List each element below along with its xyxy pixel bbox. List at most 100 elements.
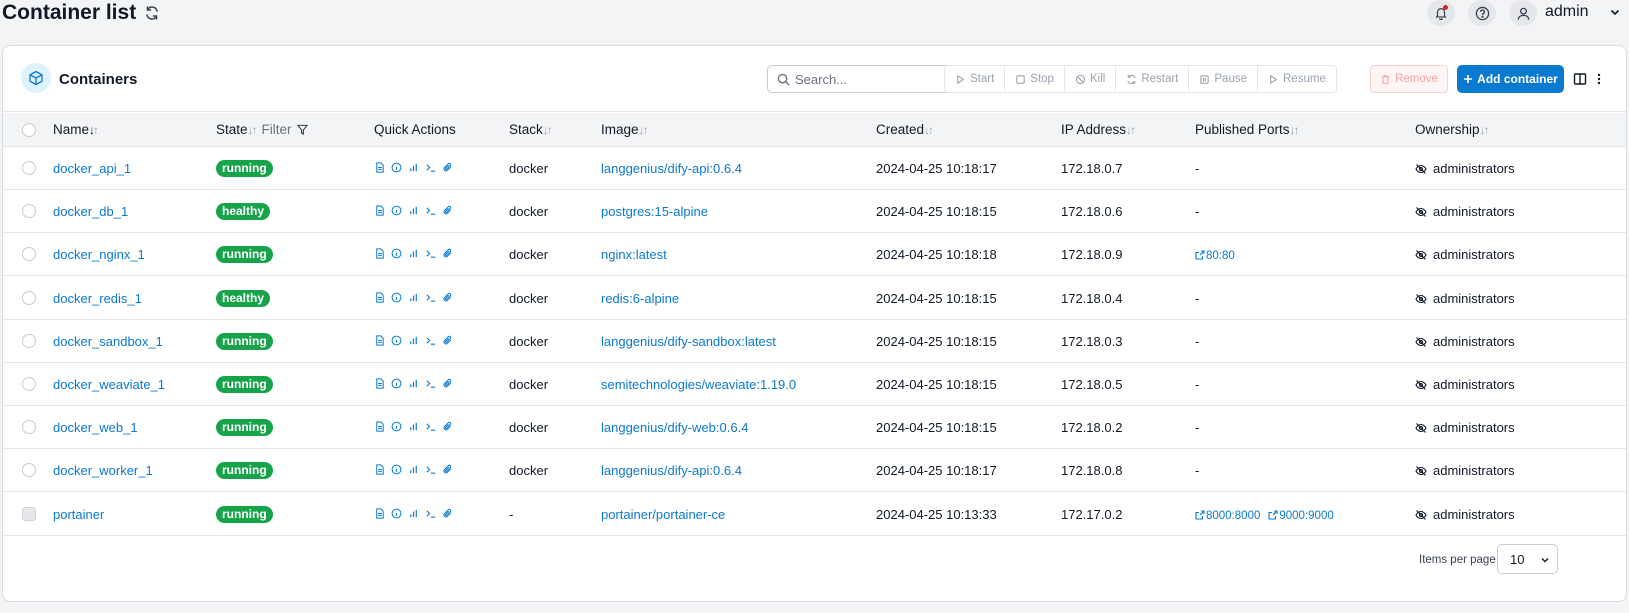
stats-icon[interactable] <box>408 248 419 259</box>
image-link[interactable]: langgenius/dify-sandbox:latest <box>601 334 776 350</box>
info-icon[interactable] <box>391 292 402 303</box>
published-port-link[interactable]: 8000:8000 <box>1195 510 1260 522</box>
info-icon[interactable] <box>391 421 402 432</box>
columns-icon[interactable] <box>1573 72 1587 86</box>
refresh-icon[interactable] <box>144 5 160 21</box>
info-icon[interactable] <box>391 508 402 519</box>
stats-icon[interactable] <box>408 292 419 303</box>
console-icon[interactable] <box>425 205 436 216</box>
info-icon[interactable] <box>391 335 402 346</box>
attach-icon[interactable] <box>442 162 453 173</box>
info-icon[interactable] <box>391 248 402 259</box>
stop-button[interactable]: Stop <box>1005 66 1065 92</box>
stats-icon[interactable] <box>408 335 419 346</box>
header-ip[interactable]: IP Address↓↑ <box>1061 122 1136 138</box>
container-name-link[interactable]: docker_redis_1 <box>53 291 142 307</box>
row-checkbox[interactable] <box>22 463 36 478</box>
container-name-link[interactable]: docker_nginx_1 <box>53 247 145 263</box>
container-name-link[interactable]: docker_web_1 <box>53 420 138 436</box>
stats-icon[interactable] <box>408 205 419 216</box>
image-link[interactable]: langgenius/dify-api:0.6.4 <box>601 463 742 479</box>
logs-icon[interactable] <box>374 508 385 519</box>
user-name[interactable]: admin <box>1545 2 1589 22</box>
header-ports[interactable]: Published Ports↓↑ <box>1195 122 1300 138</box>
attach-icon[interactable] <box>442 292 453 303</box>
filter-icon[interactable] <box>297 124 309 135</box>
logs-icon[interactable] <box>374 421 385 432</box>
logs-icon[interactable] <box>374 378 385 389</box>
logs-icon[interactable] <box>374 292 385 303</box>
image-link[interactable]: portainer/portainer-ce <box>601 507 725 523</box>
add-container-button[interactable]: Add container <box>1457 65 1564 93</box>
container-name-link[interactable]: docker_api_1 <box>53 161 131 177</box>
stats-icon[interactable] <box>408 508 419 519</box>
row-checkbox[interactable] <box>22 161 36 175</box>
row-checkbox[interactable] <box>22 420 36 435</box>
row-checkbox[interactable] <box>22 333 36 348</box>
restart-button[interactable]: Restart <box>1116 66 1190 92</box>
container-name-link[interactable]: docker_db_1 <box>53 204 128 220</box>
notifications-button[interactable] <box>1427 0 1455 26</box>
chevron-down-icon[interactable] <box>1609 6 1621 18</box>
attach-icon[interactable] <box>442 248 453 259</box>
row-checkbox[interactable] <box>22 247 36 262</box>
attach-icon[interactable] <box>442 421 453 432</box>
kill-button[interactable]: Kill <box>1065 66 1117 92</box>
container-name-link[interactable]: docker_worker_1 <box>53 463 153 479</box>
header-state[interactable]: State↓↑ Filter <box>216 122 309 138</box>
header-stack[interactable]: Stack↓↑ <box>509 122 553 138</box>
image-link[interactable]: langgenius/dify-api:0.6.4 <box>601 161 742 177</box>
container-name-link[interactable]: portainer <box>53 507 104 523</box>
image-link[interactable]: redis:6-alpine <box>601 291 679 307</box>
info-icon[interactable] <box>391 162 402 173</box>
published-port-link[interactable]: 80:80 <box>1195 250 1235 262</box>
info-icon[interactable] <box>391 464 402 475</box>
pause-button[interactable]: Pause <box>1189 66 1258 92</box>
header-name[interactable]: Name↓↑ <box>53 122 99 138</box>
resume-button[interactable]: Resume <box>1258 66 1336 92</box>
stats-icon[interactable] <box>408 162 419 173</box>
help-button[interactable] <box>1468 0 1496 26</box>
row-checkbox[interactable] <box>22 377 36 391</box>
header-ownership[interactable]: Ownership↓↑ <box>1415 122 1490 138</box>
header-image[interactable]: Image↓↑ <box>601 122 649 138</box>
console-icon[interactable] <box>425 248 436 259</box>
attach-icon[interactable] <box>442 205 453 216</box>
info-icon[interactable] <box>391 205 402 216</box>
items-per-page-select[interactable]: 10 <box>1497 544 1558 574</box>
published-port-link[interactable]: 9000:9000 <box>1268 510 1334 522</box>
select-all-checkbox[interactable] <box>22 123 36 137</box>
console-icon[interactable] <box>425 464 436 475</box>
user-button[interactable] <box>1509 0 1537 26</box>
container-name-link[interactable]: docker_sandbox_1 <box>53 334 163 350</box>
attach-icon[interactable] <box>442 378 453 389</box>
remove-button[interactable]: Remove <box>1370 65 1448 93</box>
search-input[interactable] <box>795 69 945 89</box>
attach-icon[interactable] <box>442 508 453 519</box>
logs-icon[interactable] <box>374 248 385 259</box>
stats-icon[interactable] <box>408 421 419 432</box>
console-icon[interactable] <box>425 162 436 173</box>
row-checkbox[interactable] <box>22 290 36 305</box>
stats-icon[interactable] <box>408 378 419 389</box>
logs-icon[interactable] <box>374 162 385 173</box>
attach-icon[interactable] <box>442 464 453 475</box>
attach-icon[interactable] <box>442 335 453 346</box>
console-icon[interactable] <box>425 378 436 389</box>
logs-icon[interactable] <box>374 464 385 475</box>
container-name-link[interactable]: docker_weaviate_1 <box>53 377 165 393</box>
more-options-icon[interactable] <box>1596 72 1602 86</box>
console-icon[interactable] <box>425 508 436 519</box>
logs-icon[interactable] <box>374 205 385 216</box>
image-link[interactable]: langgenius/dify-web:0.6.4 <box>601 420 748 436</box>
console-icon[interactable] <box>425 292 436 303</box>
header-created[interactable]: Created↓↑ <box>876 122 934 138</box>
row-checkbox[interactable] <box>22 204 36 219</box>
image-link[interactable]: nginx:latest <box>601 247 667 263</box>
console-icon[interactable] <box>425 421 436 432</box>
image-link[interactable]: semitechnologies/weaviate:1.19.0 <box>601 377 796 393</box>
image-link[interactable]: postgres:15-alpine <box>601 204 708 220</box>
stats-icon[interactable] <box>408 464 419 475</box>
logs-icon[interactable] <box>374 335 385 346</box>
state-filter-label[interactable]: Filter <box>262 122 292 137</box>
